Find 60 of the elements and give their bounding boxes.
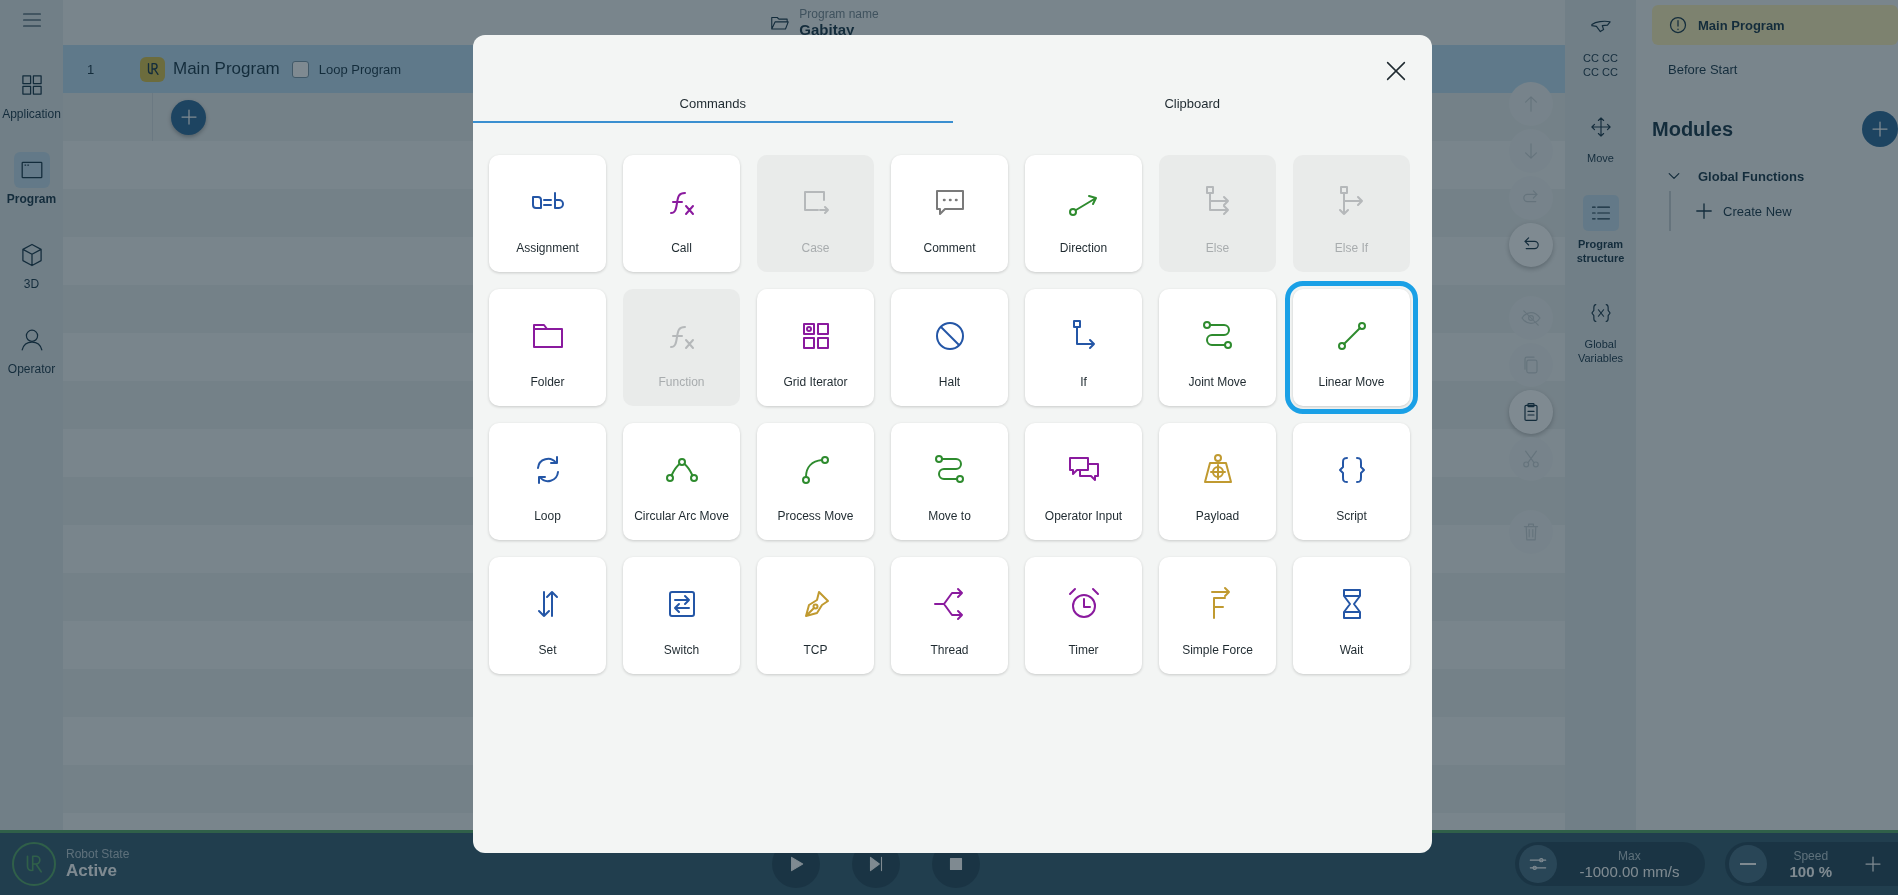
command-tile[interactable]: Loop xyxy=(489,423,606,540)
command-tile[interactable]: Switch xyxy=(623,557,740,674)
sidebar-item[interactable]: Operator xyxy=(0,322,63,407)
control-label: Max xyxy=(1618,848,1641,864)
command-tile[interactable]: Comment xyxy=(891,155,1008,272)
command-tile[interactable]: Thread xyxy=(891,557,1008,674)
checkbox[interactable] xyxy=(291,60,309,78)
command-tile[interactable]: Simple Force xyxy=(1159,557,1276,674)
command-tile[interactable]: Script xyxy=(1293,423,1410,540)
tree-item[interactable]: Global Functions xyxy=(1666,161,1898,191)
command-tile[interactable]: Grid Iterator xyxy=(757,289,874,406)
close-icon xyxy=(1384,59,1408,83)
structure-item[interactable]: Main Program xyxy=(1652,5,1898,45)
max-speed-value: -1000.00 mm/s xyxy=(1579,864,1680,880)
command-tile[interactable]: If xyxy=(1025,289,1142,406)
add-module-button[interactable] xyxy=(1862,111,1898,147)
toolbar-item[interactable]: CC CC CC CC xyxy=(1565,9,1636,79)
toolbar-item[interactable]: Global Variables xyxy=(1565,295,1636,365)
command-tile[interactable]: Wait xyxy=(1293,557,1410,674)
checkbox-label: Loop Program xyxy=(318,61,402,77)
section-title: Modules xyxy=(1652,117,1734,141)
command-tile[interactable]: Operator Input xyxy=(1025,423,1142,540)
max-speed-control[interactable]: Max -1000.00 mm/s xyxy=(1515,842,1706,886)
command-tile[interactable]: Assignment xyxy=(489,155,606,272)
command-tile[interactable]: Set xyxy=(489,557,606,674)
sidebar-item[interactable]: Program xyxy=(0,152,63,237)
control-label: Speed xyxy=(1793,848,1829,864)
program-name: Gabitay xyxy=(799,21,856,38)
command-tile[interactable]: Move to xyxy=(891,423,1008,540)
minus-icon xyxy=(1740,862,1757,866)
sidebar-item[interactable]: Application xyxy=(0,67,63,152)
field-label: Program name xyxy=(799,7,879,21)
sidebar-item[interactable]: 3D xyxy=(0,237,63,322)
command-tile[interactable]: Joint Move xyxy=(1159,289,1276,406)
minus-button[interactable] xyxy=(1729,845,1768,883)
command-tile[interactable]: Direction xyxy=(1025,155,1142,272)
toolbar-item[interactable]: Move xyxy=(1565,109,1636,165)
add-button[interactable] xyxy=(171,99,206,135)
program-title: Main Program xyxy=(173,59,280,79)
tab[interactable]: Commands xyxy=(473,85,953,123)
structure-item[interactable]: Before Start xyxy=(1652,49,1898,89)
tab[interactable]: Clipboard xyxy=(952,85,1432,123)
robot-state: Active xyxy=(66,861,119,881)
command-tile[interactable]: Halt xyxy=(891,289,1008,406)
command-tile[interactable]: Timer xyxy=(1025,557,1142,674)
command-tile[interactable]: Circular Arc Move xyxy=(623,423,740,540)
close-button[interactable] xyxy=(1384,59,1408,83)
create-new-button[interactable]: Create New xyxy=(1695,191,1898,231)
speed-value: 100 % xyxy=(1789,864,1832,880)
plus-icon xyxy=(1863,854,1883,874)
status-label: Robot State xyxy=(66,847,130,861)
plus-icon xyxy=(1870,119,1890,139)
plus-icon xyxy=(1695,202,1713,220)
command-tile[interactable]: Call xyxy=(623,155,740,272)
command-tile[interactable]: TCP xyxy=(757,557,874,674)
command-tile[interactable]: Process Move xyxy=(757,423,874,540)
command-tile[interactable]: Folder xyxy=(489,289,606,406)
line-number: 1 xyxy=(86,61,96,77)
toolbar-item[interactable]: Program structure xyxy=(1565,195,1636,265)
command-tile[interactable]: Payload xyxy=(1159,423,1276,540)
